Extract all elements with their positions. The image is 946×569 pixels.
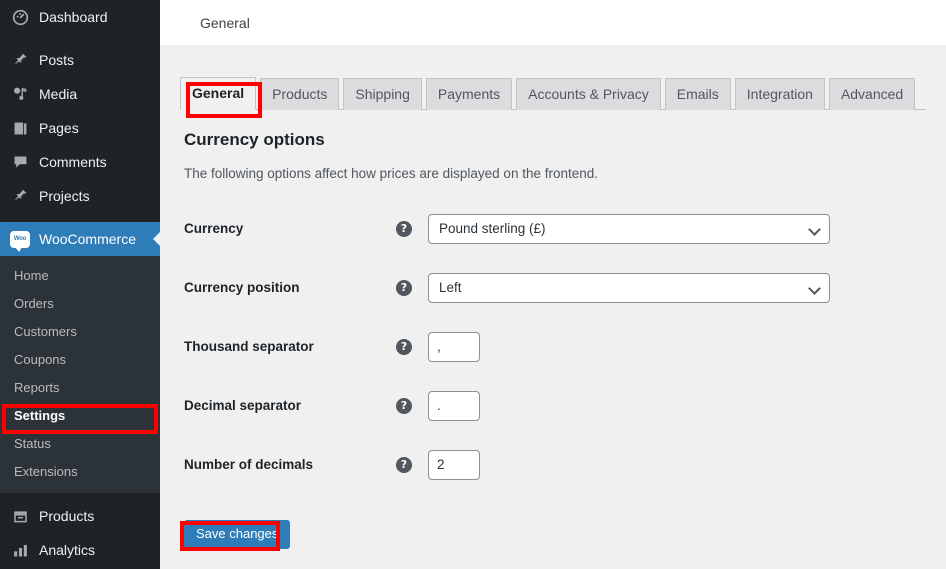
page-header: General	[160, 0, 946, 45]
thousand-separator-input[interactable]: ,	[428, 331, 480, 362]
currency-position-select-value: Left	[439, 280, 462, 295]
comment-icon	[10, 152, 30, 172]
field-row-number-of-decimals: Number of decimals ? 2	[180, 435, 926, 494]
sidebar-item-analytics[interactable]: Analytics	[0, 533, 160, 567]
chevron-down-icon	[809, 282, 821, 294]
tab-accounts-privacy[interactable]: Accounts & Privacy	[516, 78, 661, 110]
pin-icon	[10, 186, 30, 206]
field-label: Number of decimals	[184, 457, 314, 472]
tab-advanced[interactable]: Advanced	[828, 78, 916, 110]
submenu-item-customers[interactable]: Customers	[0, 318, 160, 346]
submenu-item-settings[interactable]: Settings	[0, 402, 160, 430]
sidebar-item-dashboard[interactable]: Dashboard	[0, 0, 160, 34]
decimal-separator-input[interactable]: .	[428, 390, 480, 421]
submenu-item-reports[interactable]: Reports	[0, 374, 160, 402]
sidebar-item-label: Media	[39, 86, 78, 102]
woocommerce-submenu: Home Orders Customers Coupons Reports Se…	[0, 256, 160, 493]
field-row-currency-position: Currency position ? Left	[180, 258, 926, 317]
sidebar-item-products[interactable]: Products	[0, 499, 160, 533]
pin-icon	[10, 50, 30, 70]
section-description: The following options affect how prices …	[184, 166, 599, 181]
analytics-icon	[10, 540, 30, 560]
sidebar-item-label: Products	[39, 508, 95, 524]
field-row-currency: Currency ? Pound sterling (£)	[180, 199, 926, 258]
dashboard-icon	[10, 7, 30, 27]
help-icon[interactable]: ?	[396, 220, 412, 237]
form-actions: Save changes	[180, 520, 926, 549]
products-icon	[10, 506, 30, 526]
admin-sidebar: Dashboard Posts Media Pages Comments Pro…	[0, 0, 160, 569]
chevron-down-icon	[809, 223, 821, 235]
sidebar-item-label: WooCommerce	[39, 231, 136, 247]
settings-tab-bar: General Products Shipping Payments Accou…	[180, 45, 926, 110]
sidebar-item-label: Posts	[39, 52, 75, 68]
sidebar-item-projects[interactable]: Projects	[0, 179, 160, 213]
current-menu-arrow-icon	[153, 231, 160, 247]
submenu-item-extensions[interactable]: Extensions	[0, 458, 160, 486]
sidebar-item-label: Comments	[39, 154, 107, 170]
sidebar-divider	[0, 213, 160, 222]
currency-select[interactable]: Pound sterling (£)	[428, 213, 830, 244]
field-label: Currency position	[184, 280, 300, 295]
help-icon[interactable]: ?	[396, 279, 412, 296]
sidebar-item-label: Pages	[39, 120, 79, 136]
field-row-decimal-separator: Decimal separator ? .	[180, 376, 926, 435]
field-label: Currency	[184, 221, 244, 236]
sidebar-item-comments[interactable]: Comments	[0, 145, 160, 179]
tab-payments[interactable]: Payments	[425, 78, 513, 110]
woo-logo-text: Woo	[13, 236, 27, 242]
page-title: General	[200, 14, 250, 31]
sidebar-item-pages[interactable]: Pages	[0, 111, 160, 145]
submenu-item-orders[interactable]: Orders	[0, 290, 160, 318]
help-icon[interactable]: ?	[396, 338, 412, 355]
main-content: General General Products Shipping Paymen…	[160, 0, 946, 569]
woo-logo-mark: Woo	[10, 230, 30, 252]
sidebar-item-label: Projects	[39, 188, 90, 204]
submenu-item-home[interactable]: Home	[0, 262, 160, 290]
media-icon	[10, 84, 30, 104]
pages-icon	[10, 118, 30, 138]
wordpress-admin-screen: Dashboard Posts Media Pages Comments Pro…	[0, 0, 946, 569]
save-changes-button[interactable]: Save changes	[184, 520, 291, 549]
woocommerce-logo-icon: Woo	[10, 229, 30, 252]
sidebar-item-posts[interactable]: Posts	[0, 43, 160, 77]
tab-products[interactable]: Products	[260, 78, 340, 110]
field-label: Decimal separator	[184, 398, 302, 413]
sidebar-item-media[interactable]: Media	[0, 77, 160, 111]
submenu-item-coupons[interactable]: Coupons	[0, 346, 160, 374]
tab-emails[interactable]: Emails	[664, 78, 731, 110]
section-title: Currency options	[184, 130, 325, 149]
field-label: Thousand separator	[184, 339, 314, 354]
tab-integration[interactable]: Integration	[734, 78, 825, 110]
sidebar-divider	[0, 34, 160, 43]
submenu-item-status[interactable]: Status	[0, 430, 160, 458]
tab-shipping[interactable]: Shipping	[343, 78, 422, 110]
sidebar-item-woocommerce[interactable]: Woo WooCommerce	[0, 222, 160, 256]
help-icon[interactable]: ?	[396, 397, 412, 414]
currency-select-value: Pound sterling (£)	[439, 221, 546, 236]
sidebar-item-label: Analytics	[39, 542, 96, 558]
help-icon[interactable]: ?	[396, 456, 412, 473]
currency-options-form: Currency ? Pound sterling (£) Currency p…	[180, 199, 926, 494]
settings-content: General Products Shipping Payments Accou…	[160, 45, 946, 549]
tab-general[interactable]: General	[180, 77, 257, 110]
number-of-decimals-input[interactable]: 2	[428, 449, 480, 480]
currency-position-select[interactable]: Left	[428, 272, 830, 303]
field-row-thousand-separator: Thousand separator ? ,	[180, 317, 926, 376]
sidebar-item-label: Dashboard	[39, 9, 108, 25]
